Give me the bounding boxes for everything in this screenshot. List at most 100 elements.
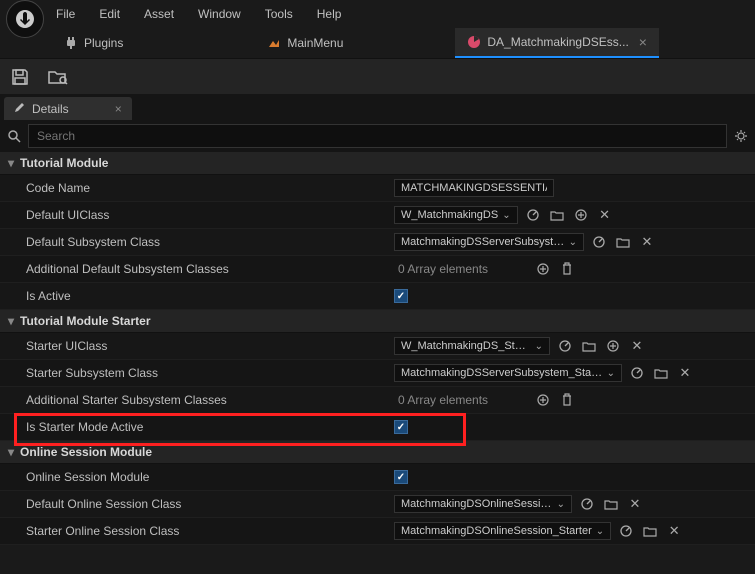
search-bar bbox=[0, 120, 755, 152]
row-code-name: Code Name bbox=[0, 175, 755, 202]
row-default-subsystem: Default Subsystem Class MatchmakingDSSer… bbox=[0, 229, 755, 256]
dropdown-text: MatchmakingDSOnlineSession bbox=[401, 498, 553, 510]
chevron-down-icon: ⌄ bbox=[535, 341, 543, 352]
add-element-icon[interactable] bbox=[534, 391, 552, 409]
menu-asset[interactable]: Asset bbox=[132, 1, 186, 27]
close-icon[interactable]: × bbox=[115, 102, 122, 116]
is-active-checkbox[interactable]: ✓ bbox=[394, 289, 408, 303]
chevron-down-icon: ▾ bbox=[8, 156, 14, 170]
default-uiclass-dropdown[interactable]: W_MatchmakingDS ⌄ bbox=[394, 206, 518, 224]
prop-label: Online Session Module bbox=[0, 470, 390, 484]
save-icon[interactable] bbox=[10, 67, 30, 87]
row-starter-online-session: Starter Online Session Class Matchmaking… bbox=[0, 518, 755, 545]
menu-help[interactable]: Help bbox=[305, 1, 354, 27]
use-selected-icon[interactable] bbox=[590, 233, 608, 251]
chevron-down-icon: ⌄ bbox=[557, 499, 565, 510]
row-online-session-module: Online Session Module ✓ bbox=[0, 464, 755, 491]
prop-label: Is Starter Mode Active bbox=[0, 420, 390, 434]
chevron-down-icon: ⌄ bbox=[569, 237, 577, 248]
row-additional-default: Additional Default Subsystem Classes 0 A… bbox=[0, 256, 755, 283]
prop-label: Is Active bbox=[0, 289, 390, 303]
online-session-checkbox[interactable]: ✓ bbox=[394, 470, 408, 484]
clear-icon[interactable]: ✕ bbox=[638, 233, 656, 251]
tab-mainmenu[interactable]: MainMenu bbox=[255, 28, 355, 58]
dropdown-text: MatchmakingDSServerSubsystem_Starter bbox=[401, 367, 603, 379]
starter-subsystem-dropdown[interactable]: MatchmakingDSServerSubsystem_Starter ⌄ bbox=[394, 364, 622, 382]
dropdown-text: MatchmakingDSOnlineSession_Starter bbox=[401, 525, 592, 537]
row-is-active: Is Active ✓ bbox=[0, 283, 755, 310]
tab-plugins[interactable]: Plugins bbox=[52, 28, 135, 58]
row-default-uiclass: Default UIClass W_MatchmakingDS ⌄ ✕ bbox=[0, 202, 755, 229]
tab-matchmaking[interactable]: DA_MatchmakingDSEss... × bbox=[455, 28, 659, 58]
menu-tools[interactable]: Tools bbox=[253, 1, 305, 27]
use-selected-icon[interactable] bbox=[578, 495, 596, 513]
menu-bar: File Edit Asset Window Tools Help bbox=[0, 0, 755, 28]
browse-asset-icon[interactable] bbox=[614, 233, 632, 251]
delete-icon[interactable] bbox=[558, 260, 576, 278]
browse-asset-icon[interactable] bbox=[641, 522, 659, 540]
menu-window[interactable]: Window bbox=[186, 1, 253, 27]
use-selected-icon[interactable] bbox=[628, 364, 646, 382]
use-selected-icon[interactable] bbox=[556, 337, 574, 355]
level-icon bbox=[267, 36, 281, 50]
delete-icon[interactable] bbox=[558, 391, 576, 409]
default-online-session-dropdown[interactable]: MatchmakingDSOnlineSession ⌄ bbox=[394, 495, 572, 513]
dropdown-text: MatchmakingDSServerSubsystem bbox=[401, 236, 565, 248]
use-selected-icon[interactable] bbox=[524, 206, 542, 224]
section-online-session[interactable]: ▾ Online Session Module bbox=[0, 441, 755, 464]
details-tab-label: Details bbox=[32, 102, 69, 116]
close-icon[interactable]: × bbox=[639, 34, 647, 50]
browse-icon[interactable] bbox=[48, 67, 68, 87]
is-starter-active-checkbox[interactable]: ✓ bbox=[394, 420, 408, 434]
clear-icon[interactable]: ✕ bbox=[626, 495, 644, 513]
tab-label: DA_MatchmakingDSEss... bbox=[487, 35, 628, 49]
add-icon[interactable] bbox=[572, 206, 590, 224]
menu-file[interactable]: File bbox=[44, 1, 87, 27]
search-icon bbox=[6, 128, 22, 144]
panel-tabbar: Details × bbox=[0, 94, 755, 120]
prop-label: Default Subsystem Class bbox=[0, 235, 390, 249]
array-count: 0 Array elements bbox=[394, 262, 492, 276]
toolbar bbox=[0, 58, 755, 94]
row-additional-starter: Additional Starter Subsystem Classes 0 A… bbox=[0, 387, 755, 414]
tab-label: Plugins bbox=[84, 36, 123, 50]
prop-label: Code Name bbox=[0, 181, 390, 195]
clear-icon[interactable]: ✕ bbox=[665, 522, 683, 540]
chevron-down-icon: ⌄ bbox=[596, 526, 604, 537]
use-selected-icon[interactable] bbox=[617, 522, 635, 540]
prop-label: Starter UIClass bbox=[0, 339, 390, 353]
dropdown-text: W_MatchmakingDS bbox=[401, 209, 498, 221]
prop-label: Additional Starter Subsystem Classes bbox=[0, 393, 390, 407]
browse-asset-icon[interactable] bbox=[652, 364, 670, 382]
dataasset-icon bbox=[467, 35, 481, 49]
default-subsystem-dropdown[interactable]: MatchmakingDSServerSubsystem ⌄ bbox=[394, 233, 584, 251]
array-count: 0 Array elements bbox=[394, 393, 492, 407]
add-icon[interactable] bbox=[604, 337, 622, 355]
search-input[interactable] bbox=[28, 124, 727, 148]
add-element-icon[interactable] bbox=[534, 260, 552, 278]
clear-icon[interactable]: ✕ bbox=[596, 206, 614, 224]
section-tutorial-module[interactable]: ▾ Tutorial Module bbox=[0, 152, 755, 175]
section-tutorial-starter[interactable]: ▾ Tutorial Module Starter bbox=[0, 310, 755, 333]
browse-asset-icon[interactable] bbox=[548, 206, 566, 224]
starter-online-session-dropdown[interactable]: MatchmakingDSOnlineSession_Starter ⌄ bbox=[394, 522, 611, 540]
menu-edit[interactable]: Edit bbox=[87, 1, 132, 27]
chevron-down-icon: ⌄ bbox=[607, 368, 615, 379]
starter-uiclass-dropdown[interactable]: W_MatchmakingDS_Starter ⌄ bbox=[394, 337, 550, 355]
code-name-input[interactable] bbox=[394, 179, 554, 197]
browse-asset-icon[interactable] bbox=[602, 495, 620, 513]
prop-label: Default Online Session Class bbox=[0, 497, 390, 511]
clear-icon[interactable]: ✕ bbox=[676, 364, 694, 382]
section-label: Tutorial Module Starter bbox=[20, 314, 150, 328]
clear-icon[interactable]: ✕ bbox=[628, 337, 646, 355]
section-label: Online Session Module bbox=[20, 445, 152, 459]
section-label: Tutorial Module bbox=[20, 156, 108, 170]
chevron-down-icon: ▾ bbox=[8, 314, 14, 328]
chevron-down-icon: ⌄ bbox=[502, 210, 510, 221]
browse-asset-icon[interactable] bbox=[580, 337, 598, 355]
tab-label: MainMenu bbox=[287, 36, 343, 50]
settings-icon[interactable] bbox=[733, 128, 749, 144]
details-tab[interactable]: Details × bbox=[4, 97, 132, 120]
prop-label: Additional Default Subsystem Classes bbox=[0, 262, 390, 276]
document-tabbar: Plugins MainMenu DA_MatchmakingDSEss... … bbox=[52, 28, 755, 58]
